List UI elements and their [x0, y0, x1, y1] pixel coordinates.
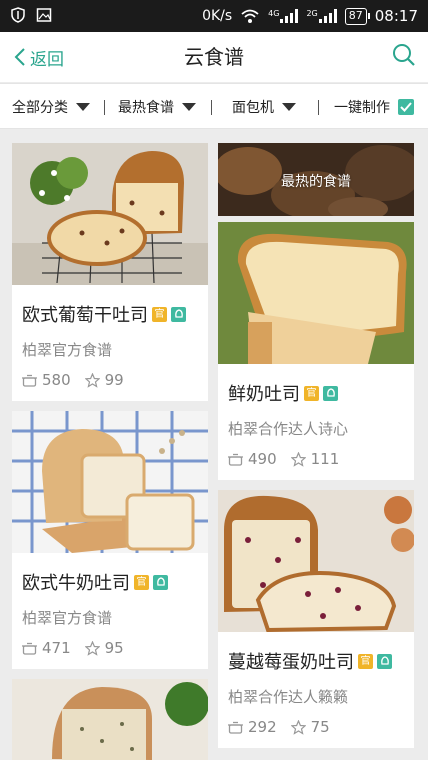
machine-filter-label: 面包机 [232, 100, 274, 116]
recipe-name: 欧式葡萄干吐司 官 [22, 301, 186, 327]
clock: 08:17 [374, 7, 418, 25]
makes-count: 580 [22, 371, 71, 389]
caret-down-icon [76, 103, 90, 111]
recipe-photo-milk-toast [218, 222, 414, 364]
app-header: 云食谱 返回 [0, 32, 428, 82]
pot-icon [228, 453, 243, 466]
search-icon[interactable] [392, 43, 416, 69]
recipe-stats: 292 75 [228, 718, 344, 736]
image-icon [36, 8, 52, 22]
recipe-author: 柏翠合作达人籁籁 [228, 688, 349, 706]
page-title: 云食谱 [184, 45, 244, 69]
bread-machine-badge-icon [377, 653, 392, 669]
recipe-stats: 580 99 [22, 371, 138, 389]
back-label: 返回 [30, 49, 64, 70]
recipe-card[interactable]: 蔓越莓蛋奶吐司 官 柏翠合作达人籁籁 292 75 [218, 490, 414, 748]
back-button[interactable]: 返回 [14, 32, 64, 82]
star-icon [84, 640, 100, 656]
recipe-name: 蔓越莓蛋奶吐司 官 [228, 648, 392, 674]
favorites-count: 111 [290, 450, 339, 468]
makes-count: 490 [228, 450, 277, 468]
recipe-author: 柏翠合作达人诗心 [228, 420, 349, 438]
network-speed: 0K/s [202, 8, 233, 24]
caret-down-icon [182, 103, 196, 111]
recipe-photo-cranberry-toast [218, 490, 414, 632]
pot-icon [22, 642, 37, 655]
hot-recipes-banner[interactable]: 最热的食谱 [218, 143, 414, 216]
recipe-name: 鲜奶吐司 官 [228, 380, 338, 406]
one-click-toggle[interactable]: 一键制作 [334, 84, 414, 130]
one-click-label: 一键制作 [334, 100, 390, 116]
recipe-name: 欧式牛奶吐司 官 [22, 569, 168, 595]
shield-icon [11, 7, 25, 23]
star-icon [290, 719, 306, 735]
recipe-photo-partial [12, 679, 208, 760]
sort-filter-label: 最热食谱 [118, 100, 174, 116]
recipe-stats: 471 95 [22, 639, 138, 657]
recipe-card[interactable] [12, 679, 208, 760]
pot-icon [22, 374, 37, 387]
wifi-icon [241, 9, 259, 23]
caret-down-icon [282, 103, 296, 111]
divider [104, 100, 105, 115]
official-badge: 官 [304, 385, 319, 401]
favorites-count: 99 [84, 371, 124, 389]
recipe-card[interactable]: 鲜奶吐司 官 柏翠合作达人诗心 490 111 [218, 222, 414, 480]
recipe-stats: 490 111 [228, 450, 353, 468]
chevron-left-icon [14, 48, 25, 66]
makes-count: 292 [228, 718, 277, 736]
makes-count: 471 [22, 639, 71, 657]
category-filter-label: 全部分类 [12, 100, 68, 116]
star-icon [84, 372, 100, 388]
signal-2g-icon: 2G [306, 9, 337, 23]
recipe-card[interactable]: 欧式葡萄干吐司 官 柏翠官方食谱 580 99 [12, 143, 208, 401]
divider [211, 100, 212, 115]
divider [318, 100, 319, 115]
star-icon [290, 451, 306, 467]
machine-filter[interactable]: 面包机 [232, 84, 296, 130]
battery-indicator: 87 [344, 7, 370, 25]
bread-machine-badge-icon [153, 574, 168, 590]
favorites-count: 95 [84, 639, 124, 657]
status-bar: 0K/s 4G 2G 87 08:17 [0, 0, 428, 32]
recipe-card[interactable]: 欧式牛奶吐司 官 柏翠官方食谱 471 95 [12, 411, 208, 669]
favorites-count: 75 [290, 718, 330, 736]
recipe-author: 柏翠官方食谱 [22, 341, 113, 359]
bread-machine-badge-icon [323, 385, 338, 401]
recipe-author: 柏翠官方食谱 [22, 609, 113, 627]
category-filter[interactable]: 全部分类 [12, 84, 90, 130]
bread-machine-badge-icon [171, 306, 186, 322]
sort-filter[interactable]: 最热食谱 [118, 84, 196, 130]
banner-title: 最热的食谱 [281, 174, 351, 190]
filter-bar: 全部分类 最热食谱 面包机 一键制作 [0, 83, 428, 129]
signal-4g-icon: 4G [268, 9, 299, 23]
recipe-photo-raisin-toast [12, 143, 208, 285]
pot-icon [228, 721, 243, 734]
official-badge: 官 [358, 653, 373, 669]
recipe-photo-european-milk-toast [12, 411, 208, 553]
official-badge: 官 [134, 574, 149, 590]
checkbox-checked-icon[interactable] [398, 99, 414, 115]
official-badge: 官 [152, 306, 167, 322]
